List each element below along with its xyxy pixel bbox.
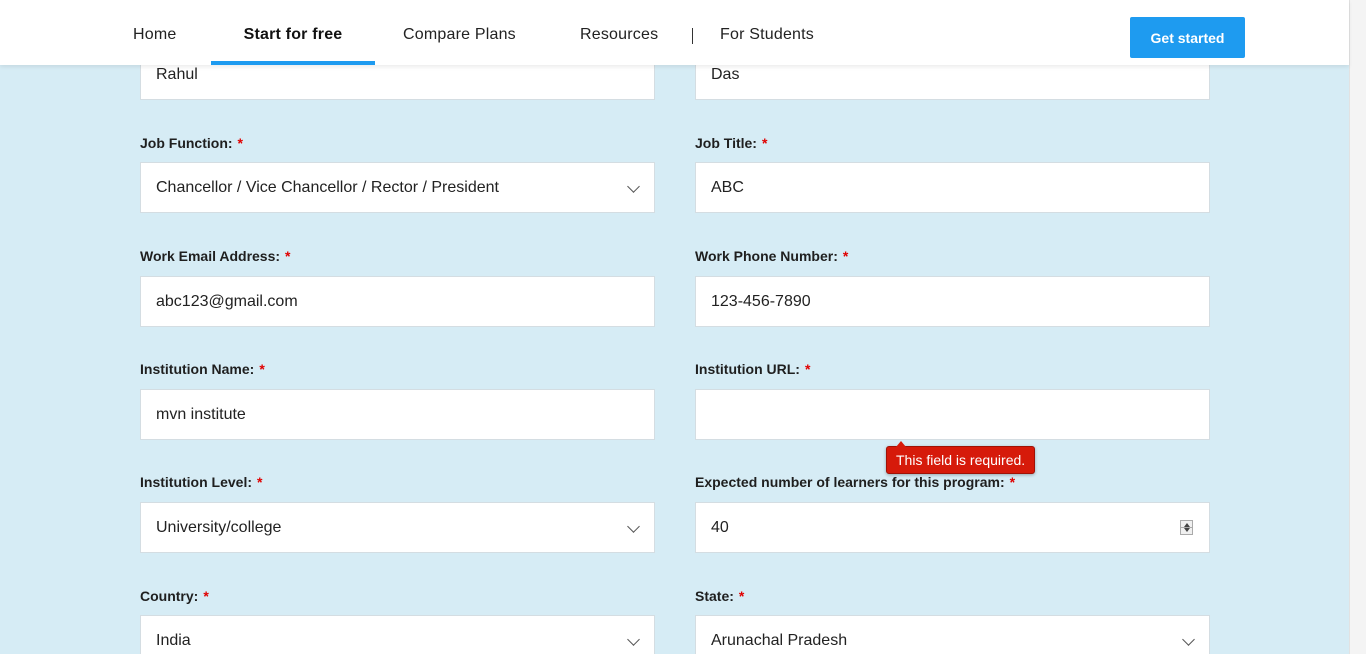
required-marker: * [804, 361, 811, 377]
work-phone-input[interactable]: 123-456-7890 [695, 276, 1210, 327]
country-label: Country: * [140, 588, 209, 604]
work-phone-label: Work Phone Number: * [695, 248, 849, 264]
tooltip-arrow-icon [896, 441, 906, 447]
chevron-down-icon [1182, 633, 1195, 646]
spinner-down-icon[interactable] [1184, 528, 1190, 532]
institution-url-label: Institution URL: * [695, 361, 811, 377]
job-function-label: Job Function: * [140, 135, 243, 151]
page-scrollbar[interactable] [1349, 0, 1366, 654]
signup-page: Home Start for free Compare Plans Resour… [0, 0, 1366, 654]
nav-separator [692, 28, 693, 44]
nav-start-for-free-tab[interactable]: Start for free [211, 0, 375, 65]
required-marker: * [259, 361, 265, 377]
job-function-value: Chancellor / Vice Chancellor / Rector / … [156, 179, 499, 196]
state-select[interactable]: Arunachal Pradesh [695, 615, 1210, 654]
nav-compare-plans-link[interactable]: Compare Plans [403, 0, 516, 65]
chevron-down-icon [627, 633, 640, 646]
required-marker: * [285, 248, 291, 264]
institution-name-label: Institution Name: * [140, 361, 265, 377]
required-marker: * [237, 135, 243, 151]
country-select[interactable]: India [140, 615, 655, 654]
work-email-input[interactable]: abc123@gmail.com [140, 276, 655, 327]
expected-learners-label: Expected number of learners for this pro… [695, 474, 1016, 490]
institution-level-select[interactable]: University/college [140, 502, 655, 553]
state-label: State: * [695, 588, 745, 604]
institution-level-label: Institution Level: * [140, 474, 263, 490]
nav-for-students-link[interactable]: For Students [720, 0, 814, 65]
required-marker: * [203, 588, 209, 604]
nav-home-link[interactable]: Home [133, 0, 176, 65]
job-function-select[interactable]: Chancellor / Vice Chancellor / Rector / … [140, 162, 655, 213]
top-navbar: Home Start for free Compare Plans Resour… [0, 0, 1349, 65]
chevron-down-icon [627, 180, 640, 193]
validation-message: This field is required. [896, 452, 1026, 468]
get-started-button[interactable]: Get started [1130, 17, 1245, 58]
number-spinner[interactable] [1180, 520, 1193, 535]
institution-url-input[interactable] [695, 389, 1210, 440]
job-title-label: Job Title: * [695, 135, 768, 151]
chevron-down-icon [627, 520, 640, 533]
required-marker: * [842, 248, 849, 264]
required-marker: * [257, 474, 263, 490]
state-value: Arunachal Pradesh [711, 632, 848, 649]
work-email-label: Work Email Address: * [140, 248, 291, 264]
expected-learners-value: 40 [711, 519, 729, 536]
institution-name-input[interactable]: mvn institute [140, 389, 655, 440]
expected-learners-input[interactable]: 40 [695, 502, 1210, 553]
institution-level-value: University/college [156, 519, 282, 536]
required-marker: * [1009, 474, 1016, 490]
required-marker: * [761, 135, 768, 151]
job-title-input[interactable]: ABC [695, 162, 1210, 213]
required-marker: * [738, 588, 745, 604]
validation-tooltip: This field is required. [886, 441, 1036, 474]
country-value: India [156, 632, 191, 649]
nav-resources-link[interactable]: Resources [580, 0, 658, 65]
